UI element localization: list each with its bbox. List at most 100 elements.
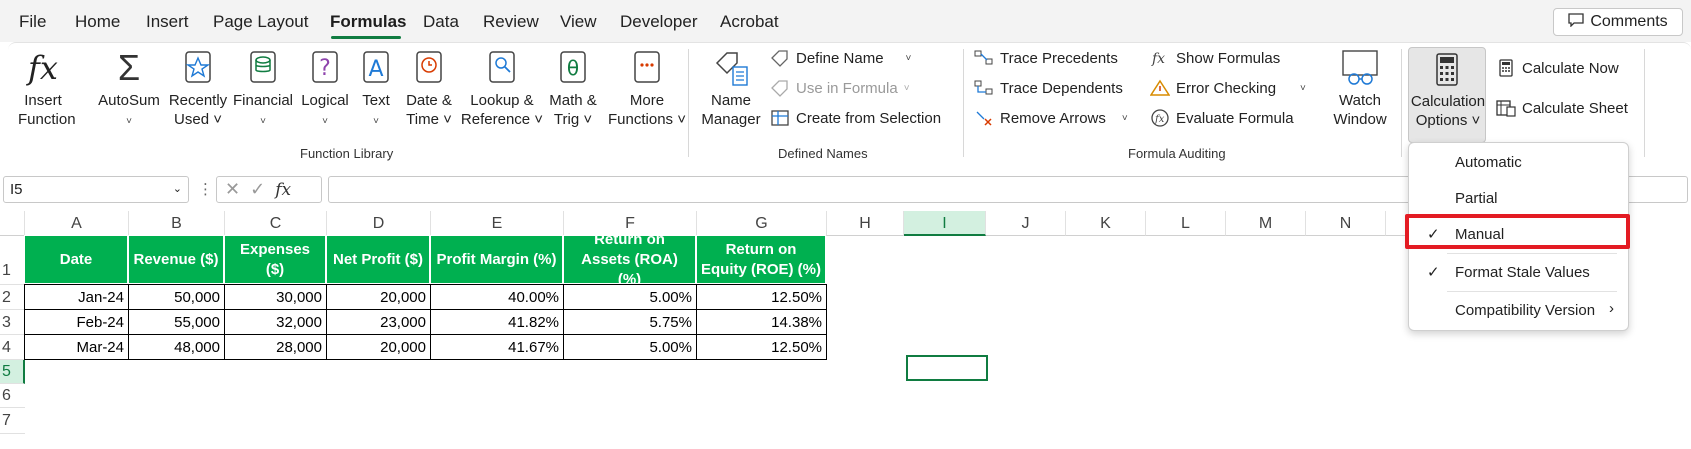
- cancel-icon[interactable]: ✕: [225, 179, 240, 200]
- remove-arrows-button[interactable]: Remove Arrows ˅: [974, 109, 1128, 127]
- tab-review[interactable]: Review: [483, 12, 539, 32]
- row-header[interactable]: 6: [0, 384, 25, 408]
- row-header[interactable]: 7: [0, 408, 25, 434]
- table-cell[interactable]: 5.75%: [563, 309, 697, 335]
- column-header[interactable]: H: [827, 211, 904, 236]
- show-formulas-button[interactable]: fx Show Formulas: [1150, 49, 1280, 68]
- menu-item-format-stale-values[interactable]: Format Stale Values: [1455, 264, 1590, 281]
- enter-check-icon[interactable]: ✓: [250, 179, 265, 200]
- date-time-button[interactable]: Date & Time ˅: [400, 49, 458, 129]
- row-header[interactable]: 1: [0, 236, 25, 285]
- tab-developer[interactable]: Developer: [620, 12, 698, 32]
- chevron-down-icon: ˅: [903, 82, 910, 94]
- evaluate-formula-button[interactable]: fx Evaluate Formula: [1150, 109, 1294, 127]
- watch-window-button[interactable]: Watch Window: [1330, 49, 1390, 129]
- table-cell[interactable]: Feb-24: [24, 309, 129, 335]
- database-book-icon: [230, 49, 296, 87]
- math-trig-button[interactable]: θ Math & Trig ˅: [544, 49, 602, 129]
- logical-button[interactable]: ? Logical ˅: [297, 49, 353, 131]
- table-cell[interactable]: 30,000: [224, 284, 327, 310]
- lookup-reference-button[interactable]: Lookup & Reference ˅: [460, 49, 544, 129]
- tab-data[interactable]: Data: [423, 12, 459, 32]
- menu-item-automatic[interactable]: Automatic: [1455, 154, 1522, 171]
- table-cell[interactable]: 20,000: [326, 284, 431, 310]
- text-button[interactable]: A Text ˅: [356, 49, 396, 131]
- table-cell[interactable]: 14.38%: [696, 309, 827, 335]
- table-cell[interactable]: Jan-24: [24, 284, 129, 310]
- tab-formulas[interactable]: Formulas: [330, 12, 407, 32]
- autosum-button[interactable]: Σ AutoSum ˅: [94, 49, 164, 131]
- table-header-cell[interactable]: Return on Assets (ROA) (%): [563, 231, 696, 288]
- table-cell[interactable]: 32,000: [224, 309, 327, 335]
- column-header[interactable]: L: [1146, 211, 1226, 236]
- column-header[interactable]: N: [1306, 211, 1386, 236]
- fx-icon[interactable]: fx: [275, 180, 291, 200]
- tab-acrobat[interactable]: Acrobat: [720, 12, 779, 32]
- sigma-icon: Σ: [117, 47, 141, 88]
- more-options-icon[interactable]: ⋮: [198, 180, 213, 198]
- column-header[interactable]: C: [225, 211, 327, 236]
- table-cell[interactable]: 20,000: [326, 334, 431, 360]
- define-name-button[interactable]: Define Name ˅: [770, 49, 911, 67]
- svg-text:fx: fx: [1151, 51, 1165, 67]
- selected-cell-I5[interactable]: [906, 355, 988, 381]
- table-cell[interactable]: 23,000: [326, 309, 431, 335]
- column-header[interactable]: A: [25, 211, 129, 236]
- table-header-cell[interactable]: Profit Margin (%): [430, 235, 563, 284]
- table-cell[interactable]: 28,000: [224, 334, 327, 360]
- table-cell[interactable]: 55,000: [128, 309, 225, 335]
- column-header[interactable]: D: [327, 211, 431, 236]
- trace-precedents-button[interactable]: Trace Precedents: [974, 49, 1118, 67]
- star-book-icon: [163, 49, 233, 87]
- financial-button[interactable]: Financial ˅: [230, 49, 296, 131]
- table-header-cell[interactable]: Net Profit ($): [326, 235, 430, 284]
- tab-file[interactable]: File: [19, 12, 46, 32]
- table-cell[interactable]: 5.00%: [563, 334, 697, 360]
- name-tag-icon: [700, 49, 762, 87]
- table-cell[interactable]: Mar-24: [24, 334, 129, 360]
- tab-page-layout[interactable]: Page Layout: [213, 12, 308, 32]
- column-header[interactable]: K: [1066, 211, 1146, 236]
- menu-item-compatibility-version[interactable]: Compatibility Version: [1455, 302, 1595, 319]
- calculation-options-button[interactable]: Calculation Options ˅: [1408, 47, 1486, 143]
- row-header[interactable]: 5: [0, 360, 25, 384]
- row-header[interactable]: 3: [0, 310, 25, 335]
- row-header[interactable]: 2: [0, 285, 25, 310]
- table-header-cell[interactable]: Return on Equity (ROE) (%): [696, 235, 826, 284]
- table-cell[interactable]: 12.50%: [696, 334, 827, 360]
- table-cell[interactable]: 50,000: [128, 284, 225, 310]
- table-cell[interactable]: 41.67%: [430, 334, 564, 360]
- name-manager-button[interactable]: Name Manager: [700, 49, 762, 129]
- column-header[interactable]: G: [697, 211, 827, 236]
- tab-view[interactable]: View: [560, 12, 597, 32]
- table-header-cell[interactable]: Expenses ($): [224, 235, 326, 284]
- error-checking-button[interactable]: Error Checking ˅: [1149, 79, 1306, 97]
- column-header[interactable]: I: [904, 211, 986, 236]
- select-all-corner[interactable]: [0, 211, 25, 236]
- table-cell[interactable]: 5.00%: [563, 284, 697, 310]
- comments-button[interactable]: Comments: [1553, 8, 1683, 36]
- table-header-cell[interactable]: Revenue ($): [128, 235, 224, 284]
- column-header[interactable]: M: [1226, 211, 1306, 236]
- table-cell[interactable]: 12.50%: [696, 284, 827, 310]
- calculate-sheet-button[interactable]: Calculate Sheet: [1496, 99, 1628, 117]
- row-header[interactable]: 4: [0, 335, 25, 360]
- tab-insert[interactable]: Insert: [146, 12, 189, 32]
- trace-dependents-button[interactable]: Trace Dependents: [974, 79, 1123, 97]
- chevron-down-icon[interactable]: ⌄: [173, 182, 182, 195]
- recently-used-button[interactable]: Recently Used ˅: [163, 49, 233, 129]
- column-header[interactable]: E: [431, 211, 564, 236]
- menu-item-partial[interactable]: Partial: [1455, 190, 1498, 207]
- insert-function-button[interactable]: fx Insert Function: [18, 49, 76, 129]
- name-box[interactable]: I5 ⌄: [3, 176, 189, 203]
- table-cell[interactable]: 41.82%: [430, 309, 564, 335]
- calculate-now-button[interactable]: Calculate Now: [1496, 59, 1619, 77]
- tab-home[interactable]: Home: [75, 12, 120, 32]
- create-from-selection-button[interactable]: Create from Selection: [770, 109, 941, 127]
- column-header[interactable]: J: [986, 211, 1066, 236]
- table-cell[interactable]: 48,000: [128, 334, 225, 360]
- column-header[interactable]: B: [129, 211, 225, 236]
- more-functions-button[interactable]: More Functions ˅: [604, 49, 690, 129]
- table-header-cell[interactable]: Date: [24, 235, 128, 284]
- table-cell[interactable]: 40.00%: [430, 284, 564, 310]
